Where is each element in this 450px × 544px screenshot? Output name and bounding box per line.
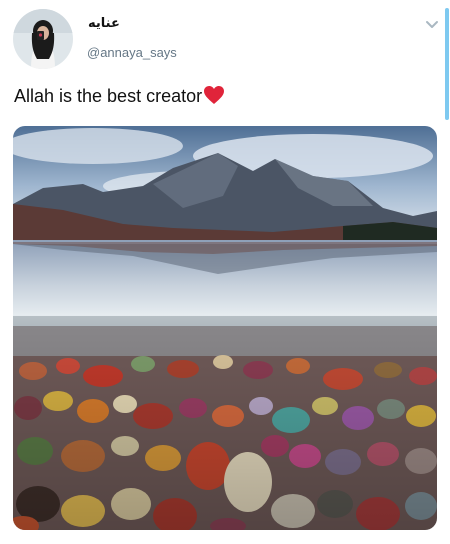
scroll-indicator xyxy=(445,8,449,120)
tweet-text-content: Allah is the best creator xyxy=(14,86,203,106)
avatar[interactable] xyxy=(13,9,73,69)
user-handle[interactable]: @annaya_says xyxy=(87,45,177,60)
display-name[interactable]: عنايه xyxy=(88,16,120,31)
chevron-down-icon[interactable] xyxy=(424,18,440,32)
red-heart-icon xyxy=(203,85,225,105)
tweet-text: Allah is the best creator xyxy=(14,85,225,107)
tweet-card: عنايه @annaya_says Allah is the best cre… xyxy=(0,0,450,544)
tweet-photo[interactable] xyxy=(13,126,437,530)
